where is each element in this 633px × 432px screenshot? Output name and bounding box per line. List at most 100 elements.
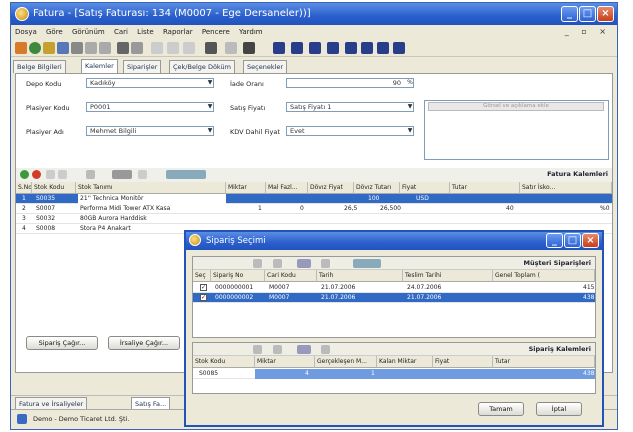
table-row[interactable]: S0085 4 1 438 (193, 369, 595, 379)
ok-button[interactable]: Tamam (478, 402, 524, 416)
last-record-icon[interactable] (327, 42, 339, 54)
siparis-cagir-button[interactable]: Sipariş Çağır... (26, 336, 98, 350)
tab-siparisler[interactable]: Siparişler (123, 60, 162, 73)
open-icon[interactable] (15, 42, 27, 54)
filter-icon[interactable] (86, 170, 95, 179)
column-header[interactable]: Fiyat (400, 182, 450, 194)
column-header[interactable]: Cari Kodu (265, 270, 317, 282)
minimize-button[interactable]: _ (561, 6, 578, 22)
column-header[interactable]: Dövız Fiyat (308, 182, 354, 194)
irsaliye-cagir-button[interactable]: İrsaliye Çağır... (108, 336, 180, 350)
column-header[interactable]: Mal Fazl... (266, 182, 308, 194)
edit-icon[interactable] (183, 42, 195, 54)
cancel-icon[interactable] (393, 42, 405, 54)
dialog-minimize-button[interactable]: _ (546, 233, 563, 248)
navigator-icon[interactable] (166, 170, 206, 179)
task-tab-satis[interactable]: Satış Fa... (131, 397, 171, 409)
column-header[interactable]: Tutar (493, 356, 595, 368)
depo-kodu-field[interactable]: Kadıköy (86, 78, 214, 88)
checkbox-icon[interactable] (243, 42, 255, 54)
table-row[interactable]: ✓ 0000000001 M0007 21.07.2006 24.07.2006… (193, 283, 595, 293)
print-icon[interactable] (117, 42, 129, 54)
new-icon[interactable] (43, 42, 55, 54)
cancel-button[interactable]: İptal (536, 402, 582, 416)
tab-secenekler[interactable]: Seçenekler (243, 60, 288, 73)
copy-icon[interactable] (58, 170, 67, 179)
chevron-down-icon[interactable]: ▼ (206, 127, 214, 135)
column-header[interactable]: Dövız Tutarı (354, 182, 400, 194)
dialog-titlebar[interactable]: Sipariş Seçimi (186, 232, 602, 250)
column-header[interactable]: Kalan Miktar (377, 356, 433, 368)
kdv-dahil-field[interactable]: Evet (286, 126, 414, 136)
column-header[interactable]: Stok Kodu (32, 182, 76, 194)
next-record-icon[interactable] (309, 42, 321, 54)
note-button[interactable]: Görsel ve açıklama ekle (428, 102, 604, 111)
tab-kalemler[interactable]: Kalemler (81, 59, 118, 73)
filter-icon[interactable] (273, 345, 282, 354)
column-header[interactable]: Tutar (450, 182, 520, 194)
paste-icon[interactable] (99, 42, 111, 54)
table-row[interactable]: 2 S0007 Performa Midi Tower ATX Kasa 1 0… (16, 204, 612, 214)
menu-gore[interactable]: Göre (46, 28, 63, 36)
add-record-icon[interactable] (345, 42, 357, 54)
plasiyer-kodu-field[interactable]: P0001 (86, 102, 214, 112)
column-header[interactable]: Miktar (255, 356, 315, 368)
copy-icon[interactable] (85, 42, 97, 54)
chevron-down-icon[interactable]: ▼ (206, 79, 214, 87)
group-icon[interactable] (297, 259, 311, 268)
table-row[interactable]: 3 S0032 80GB Aurora Harddisk (16, 214, 612, 224)
print-icon[interactable] (321, 259, 330, 268)
chevron-down-icon[interactable]: ▼ (406, 127, 414, 135)
column-header[interactable]: S.No (16, 182, 32, 194)
table-cell[interactable]: 21'' Technica Monitör (78, 194, 226, 204)
plasiyer-adi-field[interactable]: Mehmet Bilgili (86, 126, 214, 136)
layout-icon[interactable] (225, 42, 237, 54)
grid-icon[interactable] (205, 42, 217, 54)
column-header[interactable]: Stok Kodu (193, 356, 255, 368)
first-record-icon[interactable] (273, 42, 285, 54)
chevron-down-icon[interactable]: ▼ (206, 103, 214, 111)
grid-icon[interactable] (253, 345, 262, 354)
task-tab-fatura[interactable]: Fatura ve İrsaliyeler (15, 397, 88, 409)
column-header[interactable]: Genel Toplam ( (493, 270, 595, 282)
dialog-maximize-button[interactable]: □ (564, 233, 581, 248)
confirm-icon[interactable] (377, 42, 389, 54)
refresh-icon[interactable] (29, 42, 41, 54)
chevron-down-icon[interactable]: ▼ (406, 103, 414, 111)
edit-icon[interactable] (46, 170, 55, 179)
column-header[interactable]: Tarih (317, 270, 403, 282)
print-preview-icon[interactable] (71, 42, 83, 54)
save-icon[interactable] (57, 42, 69, 54)
column-header[interactable]: Satır İsko... (520, 182, 612, 194)
delete-record-icon[interactable] (361, 42, 373, 54)
column-header[interactable]: Stok Tanımı (76, 182, 226, 194)
row-checkbox[interactable]: ✓ (200, 284, 207, 291)
mdi-controls[interactable]: _ ▫ × (565, 25, 611, 39)
prev-record-icon[interactable] (291, 42, 303, 54)
print-icon[interactable] (138, 170, 147, 179)
close-button[interactable]: × (597, 6, 614, 22)
add-icon[interactable] (20, 170, 29, 179)
column-header[interactable]: Seç (193, 270, 211, 282)
satis-fiyati-field[interactable]: Satış Fiyatı 1 (286, 102, 414, 112)
menu-dosya[interactable]: Dosya (15, 28, 37, 36)
column-header[interactable]: Sipariş No (211, 270, 265, 282)
column-header[interactable]: Teslim Tarihi (403, 270, 493, 282)
tab-belge-bilgileri[interactable]: Belge Bilgileri (13, 60, 66, 73)
menu-yardim[interactable]: Yardım (239, 28, 263, 36)
column-header[interactable]: Gerçekleşen M... (315, 356, 377, 368)
menu-gorunum[interactable]: Görünüm (72, 28, 105, 36)
iade-orani-field[interactable]: 90 (286, 78, 414, 88)
remove-icon[interactable] (32, 170, 41, 179)
menu-cari[interactable]: Cari (114, 28, 128, 36)
table-row[interactable]: ✓ 0000000002 M0007 21.07.2006 21.07.2006… (193, 293, 595, 303)
group-icon[interactable] (297, 345, 311, 354)
group-icon[interactable] (112, 170, 132, 179)
preview-icon[interactable] (131, 42, 143, 54)
maximize-button[interactable]: □ (579, 6, 596, 22)
window-titlebar[interactable]: Fatura - [Satış Faturası: 134 (M0007 - E… (11, 3, 617, 25)
column-header[interactable]: Miktar (226, 182, 266, 194)
menu-liste[interactable]: Liste (137, 28, 154, 36)
filter-icon[interactable] (167, 42, 179, 54)
print-icon[interactable] (321, 345, 330, 354)
